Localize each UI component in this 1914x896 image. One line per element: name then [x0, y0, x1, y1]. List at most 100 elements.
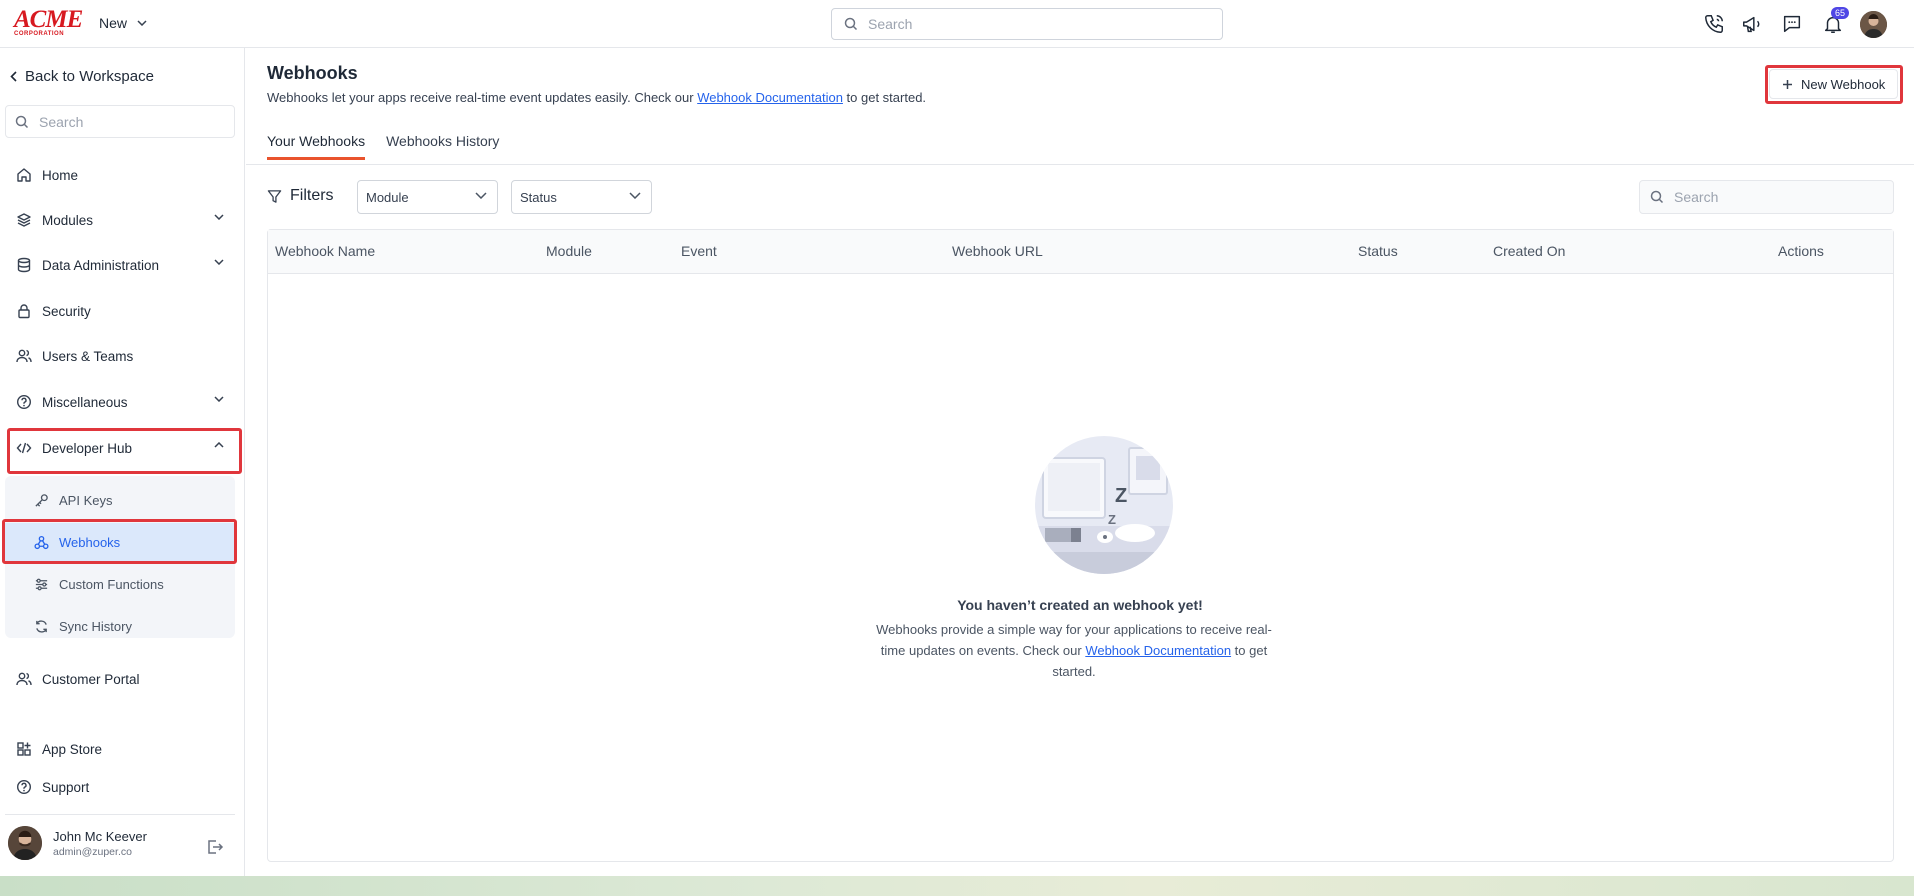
filters-text: Filters — [290, 187, 334, 204]
tab-your-webhooks[interactable]: Your Webhooks — [267, 133, 366, 160]
help-circle-icon — [16, 779, 32, 795]
sidebar-item-label: Miscellaneous — [42, 394, 128, 410]
sidebar-item-label: Developer Hub — [42, 440, 133, 456]
chevron-up-icon — [214, 442, 224, 448]
sidebar-item-developer-hub[interactable]: Developer Hub — [10, 428, 236, 468]
home-icon — [16, 167, 32, 183]
sidebar-item-label: API Keys — [59, 492, 113, 508]
chevron-down-icon — [214, 259, 224, 265]
new-menu-label: New — [99, 15, 128, 31]
user-name: John Mc Keever — [53, 828, 147, 844]
logout-icon[interactable] — [206, 838, 224, 856]
description-text: Webhooks let your apps receive real-time… — [267, 90, 698, 105]
chevron-down-icon — [214, 214, 224, 220]
help-circle-icon — [16, 394, 32, 410]
description-suffix: to get started. — [842, 90, 927, 105]
sidebar-item-custom-functions[interactable]: Custom Functions — [5, 565, 235, 603]
sidebar-item-label: Support — [42, 779, 90, 795]
empty-state-illustration: Z Z — [1035, 436, 1173, 574]
module-filter-select[interactable]: Module — [357, 180, 498, 214]
new-menu-button[interactable]: New — [99, 15, 147, 31]
sidebar-item-label: Modules — [42, 212, 94, 228]
svg-text:Z: Z — [1115, 485, 1127, 507]
back-to-workspace-link[interactable]: Back to Workspace — [10, 68, 154, 85]
sidebar-item-label: Sync History — [59, 618, 132, 634]
page-description: Webhooks let your apps receive real-time… — [267, 90, 926, 105]
sidebar-item-home[interactable]: Home — [10, 155, 236, 195]
module-filter-value: Module — [366, 189, 409, 205]
search-icon — [844, 17, 858, 31]
chevron-down-icon — [214, 396, 224, 402]
top-bar: ACME CORPORATION New Search 65 — [0, 0, 1914, 48]
back-label: Back to Workspace — [25, 68, 154, 85]
status-filter-select[interactable]: Status — [511, 180, 652, 214]
plus-icon — [1782, 79, 1793, 90]
sidebar-item-customer-portal[interactable]: Customer Portal — [10, 659, 236, 699]
main-content: Webhooks Webhooks let your apps receive … — [246, 48, 1914, 876]
logo-word: ACME — [14, 6, 83, 33]
column-header-status[interactable]: Status — [1358, 243, 1398, 259]
sync-icon — [34, 619, 49, 634]
apps-icon — [16, 741, 32, 757]
key-icon — [34, 493, 49, 508]
sidebar-item-webhooks[interactable]: Webhooks — [5, 523, 235, 561]
filters-label: Filters — [267, 187, 334, 205]
sidebar-item-support[interactable]: Support — [10, 767, 236, 807]
search-icon — [15, 115, 29, 129]
os-taskbar — [0, 876, 1914, 896]
sidebar-item-miscellaneous[interactable]: Miscellaneous — [10, 382, 236, 422]
status-filter-value: Status — [520, 189, 557, 205]
sidebar-item-security[interactable]: Security — [10, 291, 236, 331]
sidebar-item-label: Data Administration — [42, 257, 160, 273]
column-header-module[interactable]: Module — [546, 243, 592, 259]
column-header-created-on[interactable]: Created On — [1493, 243, 1565, 259]
user-profile[interactable]: John Mc Keever admin@zuper.co — [8, 826, 147, 860]
developer-hub-submenu: API Keys Webhooks Custom Functions Sync … — [5, 476, 235, 638]
chat-icon[interactable] — [1781, 13, 1803, 35]
sidebar-item-label: Users & Teams — [42, 348, 134, 364]
chevron-down-icon — [475, 192, 487, 199]
new-webhook-label: New Webhook — [1801, 76, 1886, 92]
phone-icon[interactable] — [1703, 13, 1725, 35]
webhook-documentation-link[interactable]: Webhook Documentation — [697, 90, 843, 105]
empty-state-title: You haven’t created an webhook yet! — [957, 597, 1203, 613]
layers-icon — [16, 212, 32, 228]
acme-logo[interactable]: ACME CORPORATION — [14, 6, 83, 37]
database-icon — [16, 257, 32, 273]
column-header-webhook-name[interactable]: Webhook Name — [275, 243, 375, 259]
sidebar-item-data-administration[interactable]: Data Administration — [10, 245, 236, 285]
sidebar-item-label: Custom Functions — [59, 576, 164, 592]
sidebar-item-api-keys[interactable]: API Keys — [5, 481, 235, 519]
chevron-down-icon — [629, 192, 641, 199]
user-email: admin@zuper.co — [53, 845, 132, 858]
empty-state-description: Webhooks provide a simple way for your a… — [864, 619, 1284, 682]
avatar[interactable] — [1860, 11, 1887, 38]
sidebar-search-placeholder: Search — [39, 113, 84, 130]
megaphone-icon[interactable] — [1741, 13, 1763, 35]
sidebar-item-label: Customer Portal — [42, 671, 140, 687]
empty-state-documentation-link[interactable]: Webhook Documentation — [1085, 643, 1231, 658]
global-search-input[interactable]: Search — [831, 8, 1223, 40]
new-webhook-button[interactable]: New Webhook — [1769, 69, 1899, 99]
tab-bar: Your Webhooks Webhooks History — [267, 133, 499, 160]
filter-icon — [267, 189, 282, 204]
column-header-event[interactable]: Event — [681, 243, 717, 259]
sidebar-item-modules[interactable]: Modules — [10, 200, 236, 240]
tabs-divider — [246, 164, 1914, 165]
sidebar-item-label: App Store — [42, 741, 103, 757]
global-search-placeholder: Search — [868, 16, 913, 32]
sliders-icon — [34, 577, 49, 592]
table-header: Webhook Name Module Event Webhook URL St… — [268, 230, 1893, 274]
sidebar-item-app-store[interactable]: App Store — [10, 729, 236, 769]
sidebar: Back to Workspace Search Home Modules Da… — [0, 48, 245, 876]
chevron-down-icon — [137, 20, 147, 26]
code-icon — [16, 440, 32, 456]
chevron-left-icon — [10, 71, 17, 82]
table-search-input[interactable]: Search — [1639, 180, 1894, 214]
column-header-webhook-url[interactable]: Webhook URL — [952, 243, 1043, 259]
sidebar-item-users-teams[interactable]: Users & Teams — [10, 336, 236, 376]
sidebar-search-input[interactable]: Search — [5, 105, 235, 138]
tab-webhooks-history[interactable]: Webhooks History — [386, 133, 499, 160]
page-title: Webhooks — [267, 63, 358, 83]
sidebar-item-sync-history[interactable]: Sync History — [5, 607, 235, 645]
